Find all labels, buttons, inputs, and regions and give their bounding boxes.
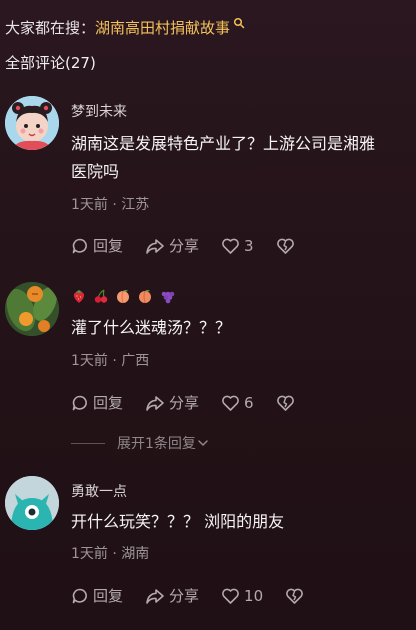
broken-heart-icon — [286, 588, 304, 604]
like-button[interactable]: 10 — [221, 587, 263, 605]
comments-count-title: 全部评论(27) — [5, 54, 96, 72]
comment-text-line: 开什么玩笑？？？ 浏阳的朋友 — [71, 512, 285, 531]
comment-text: 灌了什么迷魂汤？？？ — [71, 314, 396, 342]
search-icon — [233, 17, 245, 29]
comment-meta: 1天前 · 湖南 — [71, 546, 150, 562]
broken-heart-icon — [276, 238, 294, 254]
comment-username-emojis[interactable] — [71, 288, 175, 304]
comment-actions: 回复 分享 6 — [71, 392, 321, 413]
like-count: 6 — [244, 393, 254, 412]
avatar[interactable] — [5, 476, 59, 530]
search-suggestion-link[interactable]: 湖南高田村捐献故事 — [95, 17, 230, 38]
dislike-button[interactable] — [276, 237, 299, 255]
dislike-button[interactable] — [276, 394, 299, 412]
share-label: 分享 — [169, 394, 200, 412]
reply-icon — [72, 395, 87, 410]
share-button[interactable]: 分享 — [145, 392, 199, 413]
comment-text-line: 医院吗 — [71, 162, 120, 181]
avatar[interactable] — [5, 282, 59, 336]
reply-icon — [72, 238, 87, 253]
persimmon-plant-avatar-icon — [5, 282, 59, 336]
reply-label: 回复 — [93, 394, 124, 412]
comment-text: 开什么玩笑？？？ 浏阳的朋友 — [71, 508, 396, 536]
peach-icon — [139, 290, 151, 304]
search-suggestion-bar[interactable]: 大家都在搜： 湖南高田村捐献故事 — [5, 15, 245, 39]
like-count: 10 — [244, 586, 264, 605]
comment-meta: 1天前 · 江苏 — [71, 197, 150, 213]
share-button[interactable]: 分享 — [145, 235, 199, 256]
share-icon — [146, 395, 164, 411]
reply-label: 回复 — [93, 237, 124, 255]
monster-avatar-icon — [5, 476, 59, 530]
comment-text: 湖南这是发展特色产业了？上游公司是湘雅 医院吗 — [71, 130, 396, 186]
heart-icon — [222, 395, 239, 411]
dislike-button[interactable] — [285, 587, 308, 605]
reply-icon — [72, 588, 87, 603]
grapes-icon — [161, 291, 175, 304]
reply-button[interactable]: 回复 — [71, 392, 123, 413]
comment-text-line: 灌了什么迷魂汤？？？ — [71, 318, 232, 337]
like-button[interactable]: 3 — [221, 237, 254, 255]
cherries-icon — [94, 289, 108, 303]
peach-icon — [117, 290, 129, 304]
share-button[interactable]: 分享 — [145, 585, 199, 606]
share-label: 分享 — [169, 237, 200, 255]
like-button[interactable]: 6 — [221, 394, 254, 412]
strawberry-icon — [73, 290, 85, 303]
like-count: 3 — [244, 236, 254, 255]
cartoon-girl-avatar-icon — [5, 96, 59, 150]
heart-icon — [222, 588, 239, 604]
expand-replies-label: 展开1条回复 — [117, 436, 196, 452]
reply-label: 回复 — [93, 587, 124, 605]
heart-icon — [222, 238, 239, 254]
comment-actions: 回复 分享 3 — [71, 235, 321, 256]
expand-replies-button[interactable]: 展开1条回复 — [71, 433, 210, 453]
search-prefix-label: 大家都在搜： — [5, 18, 96, 37]
share-icon — [146, 588, 164, 604]
share-label: 分享 — [169, 587, 200, 605]
comment-meta: 1天前 · 广西 — [71, 353, 150, 369]
avatar[interactable] — [5, 96, 59, 150]
divider-line — [71, 442, 105, 444]
reply-button[interactable]: 回复 — [71, 235, 123, 256]
chevron-down-icon — [198, 440, 208, 447]
reply-button[interactable]: 回复 — [71, 585, 123, 606]
share-icon — [146, 238, 164, 254]
comment-username[interactable]: 梦到未来 — [71, 101, 127, 121]
comment-text-line: 湖南这是发展特色产业了？上游公司是湘雅 — [71, 134, 376, 153]
comment-actions: 回复 分享 10 — [71, 585, 330, 606]
broken-heart-icon — [276, 395, 294, 411]
comment-username[interactable]: 勇敢一点 — [71, 481, 127, 501]
